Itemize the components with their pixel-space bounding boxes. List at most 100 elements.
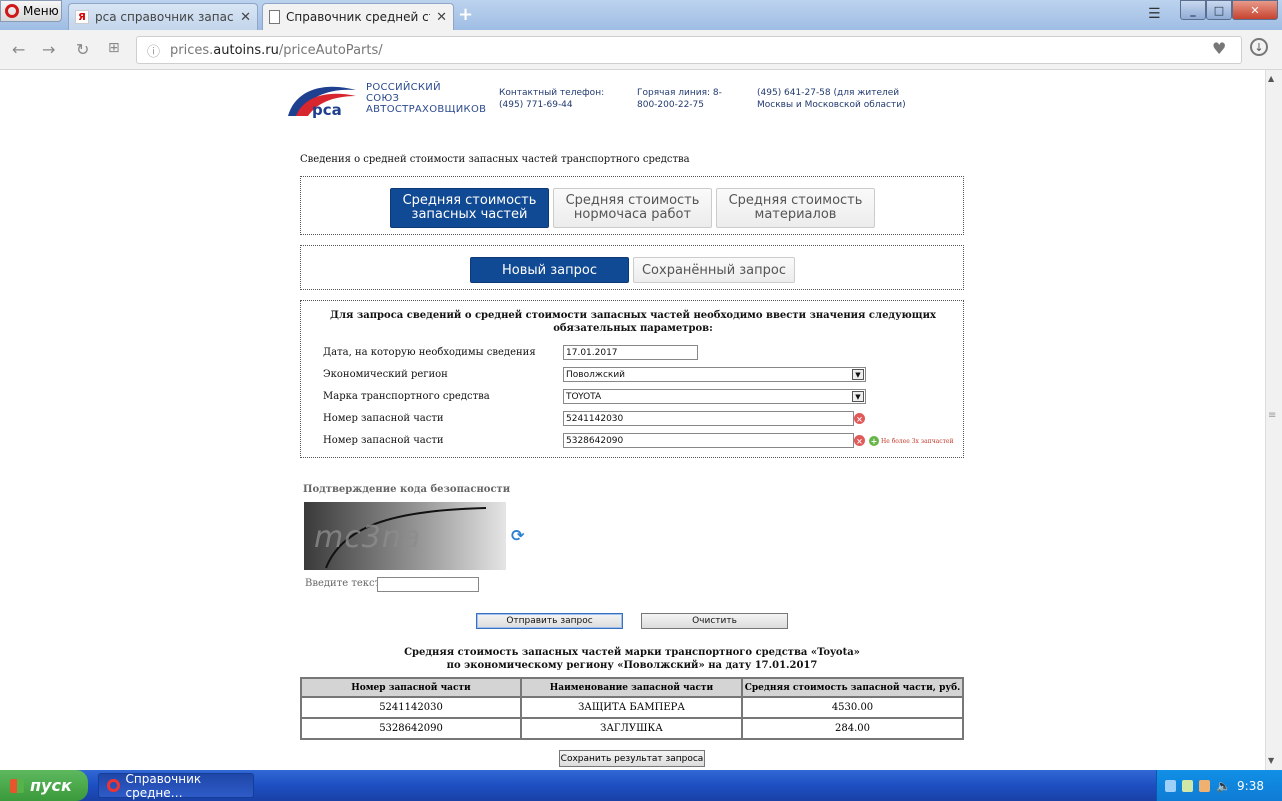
section-title: Сведения о средней стоимости запасных ча… <box>300 154 690 165</box>
form-heading: Для запроса сведений о средней стоимости… <box>330 310 936 334</box>
tab-menu-icon[interactable]: ☰ <box>1148 6 1161 22</box>
max-parts-note: Не более 3х запчастей <box>881 438 954 445</box>
date-label: Дата, на которую необходимы сведения <box>323 347 536 358</box>
tab-labor-cost[interactable]: Средняя стоимость нормочаса работ <box>553 188 712 228</box>
start-button[interactable]: пуск <box>0 770 88 801</box>
reload-icon[interactable]: ↻ <box>76 40 89 59</box>
brand-label: Марка транспортного средства <box>323 391 490 402</box>
clear-button[interactable]: Очистить <box>641 613 788 629</box>
chevron-down-icon: ▼ <box>852 391 864 402</box>
part-number-field-2[interactable]: 5328642090 <box>563 433 854 448</box>
logo-caption: РОССИЙСКИЙ СОЮЗ АВТОСТРАХОВЩИКОВ <box>366 82 487 115</box>
browser-tab-bar: Меню Я рса справочник запасных ч ✕ Справ… <box>0 0 1282 30</box>
submit-request-button[interactable]: Отправить запрос <box>476 613 623 629</box>
request-form: Для запроса сведений о средней стоимости… <box>300 300 964 458</box>
add-part-icon[interactable]: + <box>869 436 879 446</box>
brand-select[interactable]: TOYOTA ▼ <box>563 389 866 404</box>
windows-taskbar: пуск Справочник средне… 🔈 9:38 <box>0 770 1282 801</box>
contact-phone: Контактный телефон: (495) 771-69-44 <box>499 88 605 110</box>
table-row: 5328642090 ЗАГЛУШКА 284.00 <box>300 717 964 740</box>
scroll-down-icon[interactable]: ▼ <box>1268 756 1274 765</box>
col-part-name: Наименование запасной части <box>520 677 743 698</box>
taskbar-item-browser[interactable]: Справочник средне… <box>98 771 254 800</box>
maximize-window-button[interactable]: □ <box>1206 0 1232 20</box>
tray-app-icon[interactable] <box>1165 779 1177 792</box>
captcha-text: mc3na <box>314 520 422 555</box>
chevron-down-icon: ▼ <box>852 369 864 380</box>
results-table: Номер запасной части Наименование запасн… <box>300 677 964 740</box>
part-number-field-1[interactable]: 5241142030 <box>563 411 854 426</box>
tab-saved-request[interactable]: Сохранённый запрос <box>633 257 795 283</box>
close-tab-icon[interactable]: ✕ <box>436 10 447 25</box>
cell-avg-cost: 4530.00 <box>741 696 964 719</box>
start-label: пуск <box>30 776 72 795</box>
refresh-captcha-icon[interactable]: ⟳ <box>511 528 527 544</box>
table-row: 5241142030 ЗАЩИТА БАМПЕРА 4530.00 <box>300 696 964 719</box>
bookmark-heart-icon[interactable]: ♥ <box>1212 39 1226 58</box>
remove-part-icon[interactable]: × <box>854 435 865 446</box>
downloads-icon[interactable]: ↓ <box>1250 38 1268 56</box>
moscow-phone: (495) 641-27-58 (для жителей Москвы и Мо… <box>757 88 906 110</box>
request-tabs-panel: Новый запрос Сохранённый запрос <box>300 245 964 290</box>
yandex-favicon-icon: Я <box>75 10 89 24</box>
cell-part-name: ЗАГЛУШКА <box>520 717 743 740</box>
opera-logo-icon <box>107 779 120 792</box>
new-tab-icon[interactable]: + <box>458 4 473 25</box>
tab-new-request[interactable]: Новый запрос <box>470 257 629 283</box>
tab-title: рса справочник запасных ч <box>95 10 234 24</box>
tab-title: Справочник средней стоим <box>286 10 430 24</box>
save-result-button[interactable]: Сохранить результат запроса <box>559 750 705 767</box>
minimize-window-button[interactable]: _ <box>1180 0 1206 20</box>
system-tray: 🔈 9:38 <box>1156 770 1282 801</box>
part-number-label: Номер запасной части <box>323 413 444 424</box>
volume-icon[interactable]: 🔈 <box>1216 779 1231 793</box>
tab-materials-cost[interactable]: Средняя стоимость материалов <box>716 188 875 228</box>
part-number-label: Номер запасной части <box>323 435 444 446</box>
close-tab-icon[interactable]: ✕ <box>240 10 251 25</box>
region-label: Экономический регион <box>323 369 448 380</box>
tab-search-results[interactable]: Я рса справочник запасных ч ✕ <box>68 3 258 30</box>
forward-arrow-icon[interactable]: → <box>42 40 55 59</box>
tab-parts-cost[interactable]: Средняя стоимость запасных частей <box>390 188 549 228</box>
result-title: Средняя стоимость запасных частей марки … <box>404 647 860 671</box>
back-arrow-icon[interactable]: ← <box>12 40 25 59</box>
network-icon[interactable] <box>1199 779 1211 792</box>
svg-text:рса: рса <box>312 101 342 118</box>
date-field[interactable]: 17.01.2017 <box>563 345 698 360</box>
close-window-button[interactable]: ✕ <box>1232 0 1278 20</box>
captcha-input[interactable] <box>377 577 479 592</box>
hotline-phone: Горячая линия: 8-800-200-22-75 <box>637 88 722 110</box>
clock: 9:38 <box>1237 778 1264 793</box>
page-content: рса РОССИЙСКИЙ СОЮЗ АВТОСТРАХОВЩИКОВ Кон… <box>0 70 1264 770</box>
rsa-logo-icon: рса <box>288 86 356 119</box>
rsa-logo: рса РОССИЙСКИЙ СОЮЗ АВТОСТРАХОВЩИКОВ <box>286 82 486 122</box>
cell-part-name: ЗАЩИТА БАМПЕРА <box>520 696 743 719</box>
windows-flag-icon <box>10 778 24 793</box>
site-info-icon[interactable]: ⓘ <box>147 41 160 60</box>
page-favicon-icon <box>269 10 280 24</box>
table-header-row: Номер запасной части Наименование запасн… <box>300 677 964 698</box>
remove-part-icon[interactable]: × <box>854 413 865 424</box>
scroll-up-icon[interactable]: ▲ <box>1268 74 1274 83</box>
captcha-image: mc3na <box>304 502 506 570</box>
page-scrollbar[interactable]: ▲ ≡ ▼ <box>1265 70 1282 770</box>
cell-part-number: 5241142030 <box>300 696 522 719</box>
opera-menu-button[interactable]: Меню <box>0 0 62 22</box>
url-text: prices.autoins.ru/priceAutoParts/ <box>170 42 383 58</box>
cell-avg-cost: 284.00 <box>741 717 964 740</box>
col-avg-cost: Средняя стоимость запасной части, руб. <box>741 677 964 698</box>
region-select[interactable]: Поволжский ▼ <box>563 367 866 382</box>
col-part-number: Номер запасной части <box>300 677 522 698</box>
signal-icon[interactable] <box>1182 779 1194 792</box>
taskbar-item-label: Справочник средне… <box>125 771 202 800</box>
captcha-title: Подтверждение кода безопасности <box>303 484 511 495</box>
scroll-thumb-grip-icon[interactable]: ≡ <box>1268 410 1276 421</box>
captcha-input-label: Введите текст: <box>305 578 384 589</box>
address-bar[interactable]: ⓘ prices.autoins.ru/priceAutoParts/ <box>136 36 1242 64</box>
tab-price-reference[interactable]: Справочник средней стоим ✕ <box>262 3 454 30</box>
main-tabs-panel: Средняя стоимость запасных частей Средняя… <box>300 176 964 235</box>
opera-logo-icon <box>5 4 19 18</box>
address-toolbar: ← → ↻ ⊞ ⓘ prices.autoins.ru/priceAutoPar… <box>0 30 1282 70</box>
cell-part-number: 5328642090 <box>300 717 522 740</box>
speed-dial-grid-icon[interactable]: ⊞ <box>108 40 120 56</box>
